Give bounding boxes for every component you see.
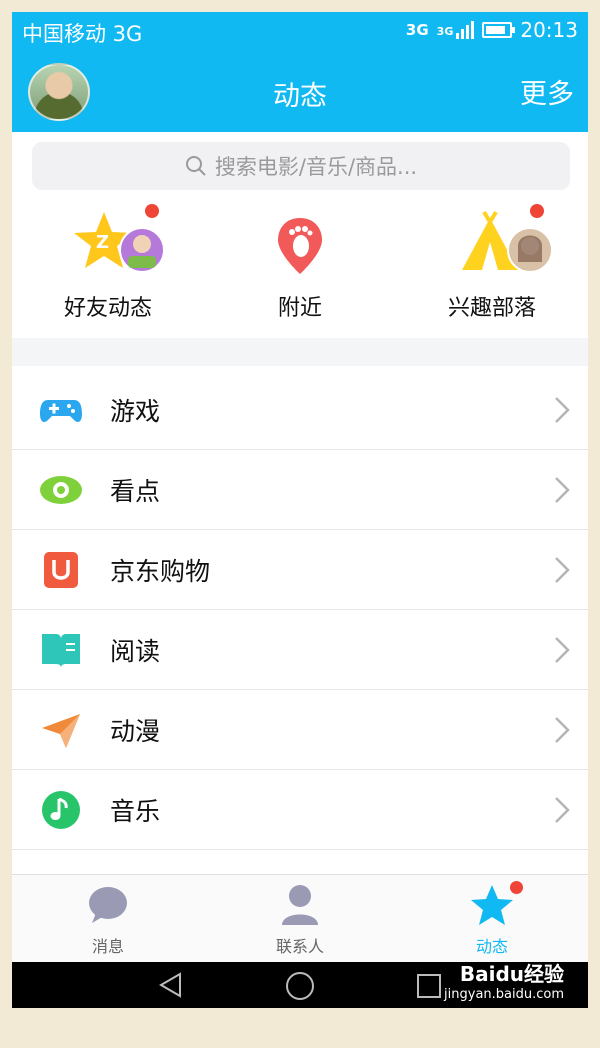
network-3g-label: 3G [405,20,429,39]
list-item-label: 动漫 [110,717,161,746]
chevron-right-icon [555,477,570,503]
app-header: 动态 更多 [12,52,588,132]
battery-icon [482,22,516,38]
search-placeholder: 搜索电影/音乐/商品... [214,155,418,179]
search-bar[interactable]: 搜索电影/音乐/商品... [32,142,570,190]
chevron-right-icon [555,557,570,583]
status-bar: 中国移动 3G 3G 3G 20:13 [12,12,588,52]
bottom-tab-bar: 消息 联系人 动态 [12,874,588,962]
list-item-reading[interactable]: 阅读 [12,610,588,690]
list-item-jd-shopping[interactable]: 京东购物 [12,530,588,610]
list-item-label: 阅读 [110,637,161,666]
list-item-games[interactable]: 游戏 [12,370,588,450]
home-icon[interactable] [285,971,315,1001]
more-button[interactable]: 更多 [520,72,574,111]
status-icons: 3G 3G 20:13 [406,18,578,42]
chevron-right-icon [555,637,570,663]
phone-screen: 中国移动 3G 3G 3G 20:13 动态 更多 搜索电影/音乐/商品... [12,12,588,1008]
shortcut-interest-tribe[interactable]: 兴趣部落 [396,202,588,332]
jd-shopping-icon [44,552,78,588]
notification-dot [145,204,159,218]
message-bubble-icon [89,887,127,923]
tab-contacts[interactable]: 联系人 [204,875,396,963]
list-item-anime[interactable]: 动漫 [12,690,588,770]
list-item-music[interactable]: 音乐 [12,770,588,850]
shortcut-row: Z 好友动态 附近 兴趣部落 [12,202,588,332]
chevron-right-icon [555,797,570,823]
section-divider [12,338,588,366]
shortcut-friend-feed[interactable]: Z 好友动态 [12,202,204,332]
contact-person-icon [282,885,318,925]
list-item-label: 京东购物 [110,557,211,586]
shortcut-label: 兴趣部落 [447,296,536,321]
tab-label: 联系人 [275,937,324,956]
back-icon[interactable] [158,972,184,998]
svg-text:Z: Z [96,232,109,253]
chevron-right-icon [555,397,570,423]
shortcut-label: 好友动态 [63,296,152,321]
tab-messages[interactable]: 消息 [12,875,204,963]
list-item-label: 音乐 [110,797,161,826]
clock: 20:13 [520,18,578,42]
signal-icon: 3G [437,21,475,39]
tab-label: 消息 [91,937,124,956]
list-item-label: 看点 [110,477,161,506]
system-nav-bar: Baidu经验 jingyan.baidu.com [12,962,588,1008]
nearby-footprint-icon [278,218,322,274]
recent-apps-icon[interactable] [416,973,442,999]
shortcut-label: 附近 [277,296,322,321]
notification-dot [510,881,523,894]
chevron-right-icon [555,717,570,743]
star-icon [471,885,513,925]
eye-icon [40,476,82,504]
page-title: 动态 [273,81,327,112]
tab-feed[interactable]: 动态 [396,875,588,963]
gamepad-icon [40,400,82,422]
book-icon [42,634,80,668]
watermark-brand: Baidu经验 [459,962,564,986]
carrier-name: 中国移动 3G [22,22,143,46]
notification-dot [530,204,544,218]
qzone-star-icon: Z [74,212,165,273]
paper-plane-icon [42,714,80,748]
music-note-icon [42,791,80,829]
baidu-watermark: Baidu经验 jingyan.baidu.com [444,958,564,1002]
list-item-label: 游戏 [110,397,161,426]
tab-label: 动态 [475,937,508,956]
feature-list: 游戏 看点 京东购物 阅读 动漫 音乐 [12,370,588,850]
list-item-kandian[interactable]: 看点 [12,450,588,530]
search-icon [185,156,206,176]
watermark-url: jingyan.baidu.com [444,987,564,1002]
tribe-tent-icon [462,210,553,273]
shortcut-nearby[interactable]: 附近 [204,202,396,332]
